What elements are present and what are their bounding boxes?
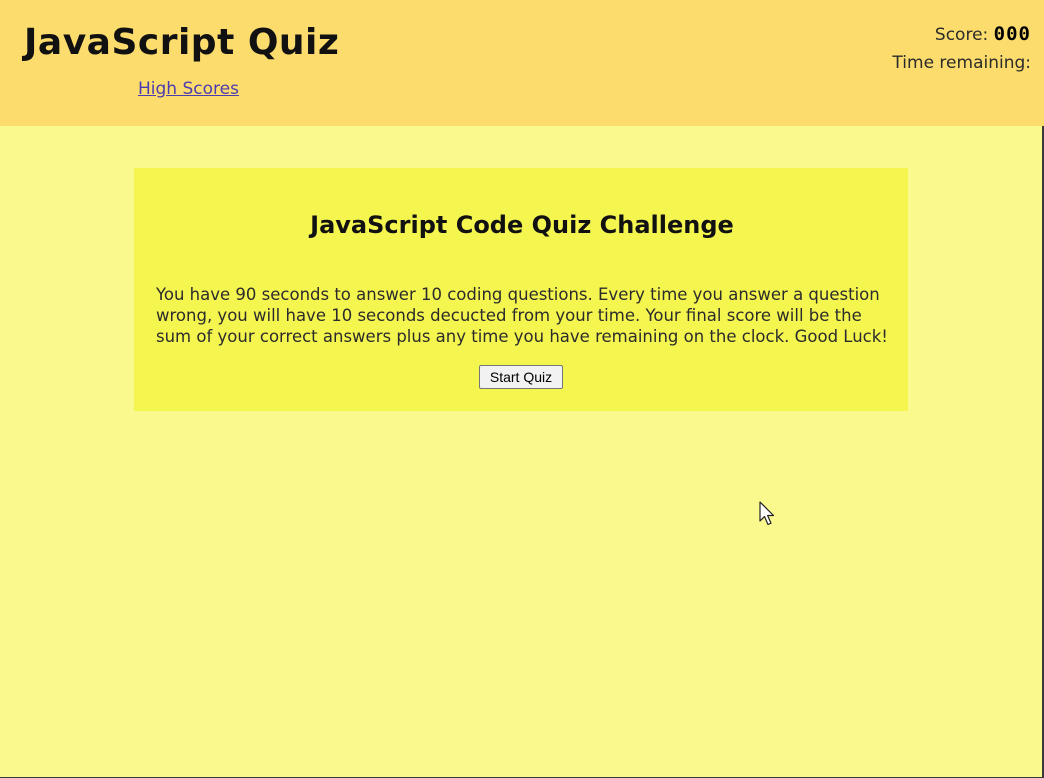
score-label: Score:: [934, 25, 989, 45]
start-quiz-button[interactable]: Start Quiz: [479, 365, 563, 389]
quiz-intro-title: JavaScript Code Quiz Challenge: [310, 211, 734, 239]
score-value: 000: [993, 23, 1031, 45]
quiz-instructions: You have 90 seconds to answer 10 coding …: [156, 285, 888, 346]
time-remaining-label: Time remaining:: [892, 53, 1031, 73]
page-header: JavaScript Quiz High Scores Score: 000 T…: [0, 0, 1044, 126]
app-title: JavaScript Quiz: [24, 22, 340, 63]
score-display: Score: 000: [935, 23, 1031, 45]
high-scores-link[interactable]: High Scores: [138, 79, 239, 99]
mouse-pointer-icon: [759, 501, 775, 526]
